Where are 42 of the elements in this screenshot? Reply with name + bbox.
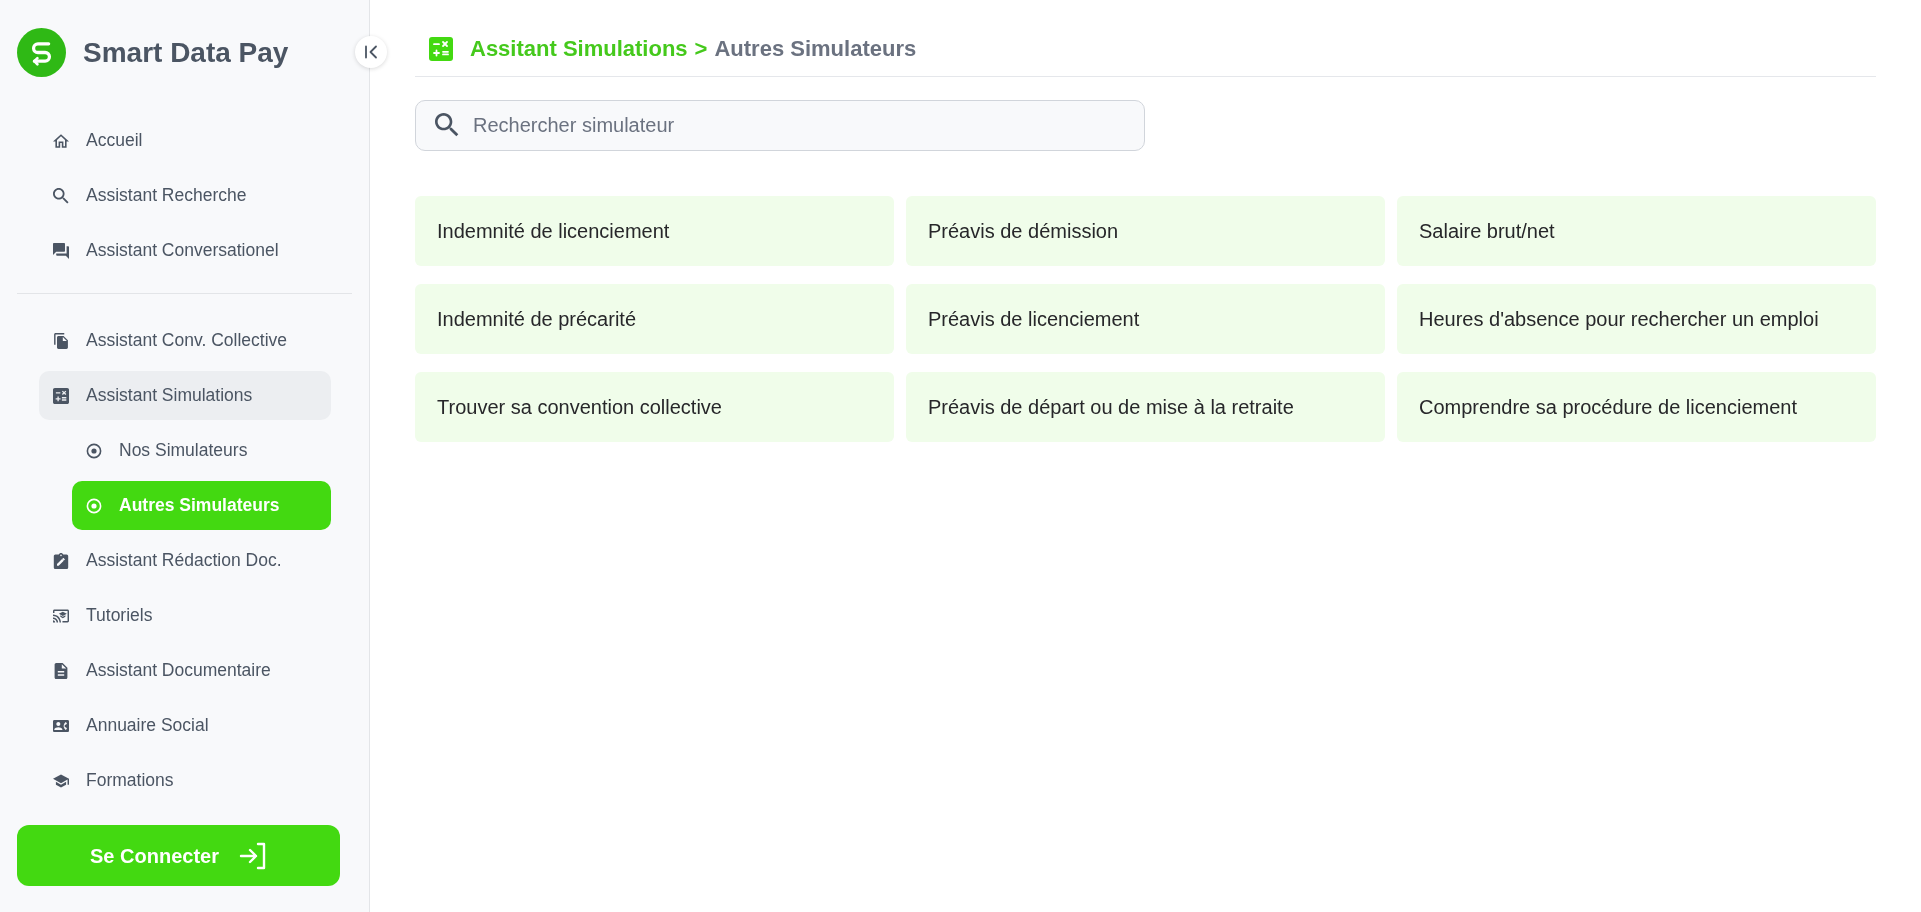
logo-icon [17, 28, 66, 77]
breadcrumb-current: Autres Simulateurs [714, 38, 917, 60]
nav-item[interactable]: Assistant Simulations [39, 371, 331, 420]
cast-education-icon [53, 607, 69, 624]
nav-item[interactable]: Accueil [39, 116, 331, 165]
brand-name: Smart Data Pay [83, 38, 289, 67]
breadcrumb-separator: > [694, 38, 708, 60]
home-icon [53, 132, 69, 149]
nav-item[interactable]: Assistant Conversationel [39, 226, 331, 275]
simulator-card[interactable]: Préavis de licenciement [906, 284, 1385, 354]
chat-bubbles-icon [53, 242, 69, 259]
nav-subitem[interactable]: Nos Simulateurs [72, 426, 331, 475]
document-icon [53, 662, 69, 679]
documents-icon [53, 332, 69, 349]
calculator-icon [53, 387, 69, 404]
simulator-card[interactable]: Salaire brut/net [1397, 196, 1876, 266]
simulator-card[interactable]: Indemnité de licenciement [415, 196, 894, 266]
simulator-card[interactable]: Heures d'absence pour rechercher un emploi [1397, 284, 1876, 354]
search-icon [53, 187, 69, 204]
nav-item[interactable]: Formations [39, 756, 331, 805]
nav-item[interactable]: Assistant Conv. Collective [39, 316, 331, 365]
nav-item[interactable]: Annuaire Social [39, 701, 331, 750]
simulator-card[interactable]: Trouver sa convention collective [415, 372, 894, 442]
simulator-card[interactable]: Indemnité de précarité [415, 284, 894, 354]
simulator-card[interactable]: Préavis de départ ou de mise à la retraite [906, 372, 1385, 442]
login-arrow-icon [238, 840, 267, 871]
search-icon [435, 113, 459, 137]
radio-dot-icon [86, 442, 102, 459]
nav-item[interactable]: Assistant Rédaction Doc. [39, 536, 331, 585]
collapse-icon [364, 45, 378, 59]
radio-dot-icon [86, 497, 102, 514]
collapse-sidebar-button[interactable] [355, 36, 387, 68]
graduation-cap-icon [53, 772, 69, 789]
nav-item[interactable]: Assistant Documentaire [39, 646, 331, 695]
nav-item[interactable]: Assistant Recherche [39, 171, 331, 220]
nav-item[interactable]: Tutoriels [39, 591, 331, 640]
simulator-card[interactable]: Comprendre sa procédure de licenciement [1397, 372, 1876, 442]
calculator-icon [429, 37, 453, 61]
simulator-card[interactable]: Préavis de démission [906, 196, 1385, 266]
search-field[interactable]: Rechercher simulateur [415, 100, 1145, 151]
clipboard-pencil-icon [53, 552, 69, 569]
contact-card-icon [53, 717, 69, 734]
